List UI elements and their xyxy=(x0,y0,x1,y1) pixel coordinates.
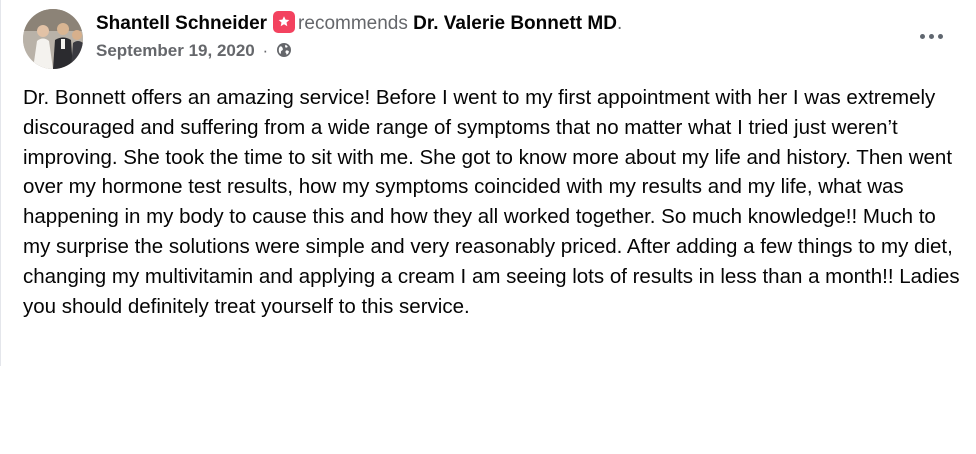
post-date-link[interactable]: September 19, 2020 xyxy=(96,41,255,60)
post-meta: Shantell Schneider recommends Dr. Valerie… xyxy=(96,11,622,62)
post-header: Shantell Schneider recommends Dr. Valerie… xyxy=(23,9,956,69)
star-recommendation-icon xyxy=(273,11,296,33)
ellipsis-icon[interactable] xyxy=(918,26,948,46)
author-name[interactable]: Shantell Schneider xyxy=(96,13,267,34)
avatar[interactable] xyxy=(23,9,83,69)
separator-dot: · xyxy=(262,41,269,60)
page-suffix: . xyxy=(616,13,623,34)
recommended-page-link[interactable]: Dr. Valerie Bonnett MD xyxy=(413,13,617,34)
recommends-label: recommends xyxy=(298,13,408,34)
globe-icon[interactable] xyxy=(276,42,292,58)
post-body-text: Dr. Bonnett offers an amazing service! B… xyxy=(23,86,960,318)
post-title-line: Shantell Schneider recommends Dr. Valerie… xyxy=(96,11,622,37)
post-subtitle-line: September 19, 2020 · xyxy=(96,40,622,62)
recommendation-post: Shantell Schneider recommends Dr. Valerie… xyxy=(0,0,976,366)
